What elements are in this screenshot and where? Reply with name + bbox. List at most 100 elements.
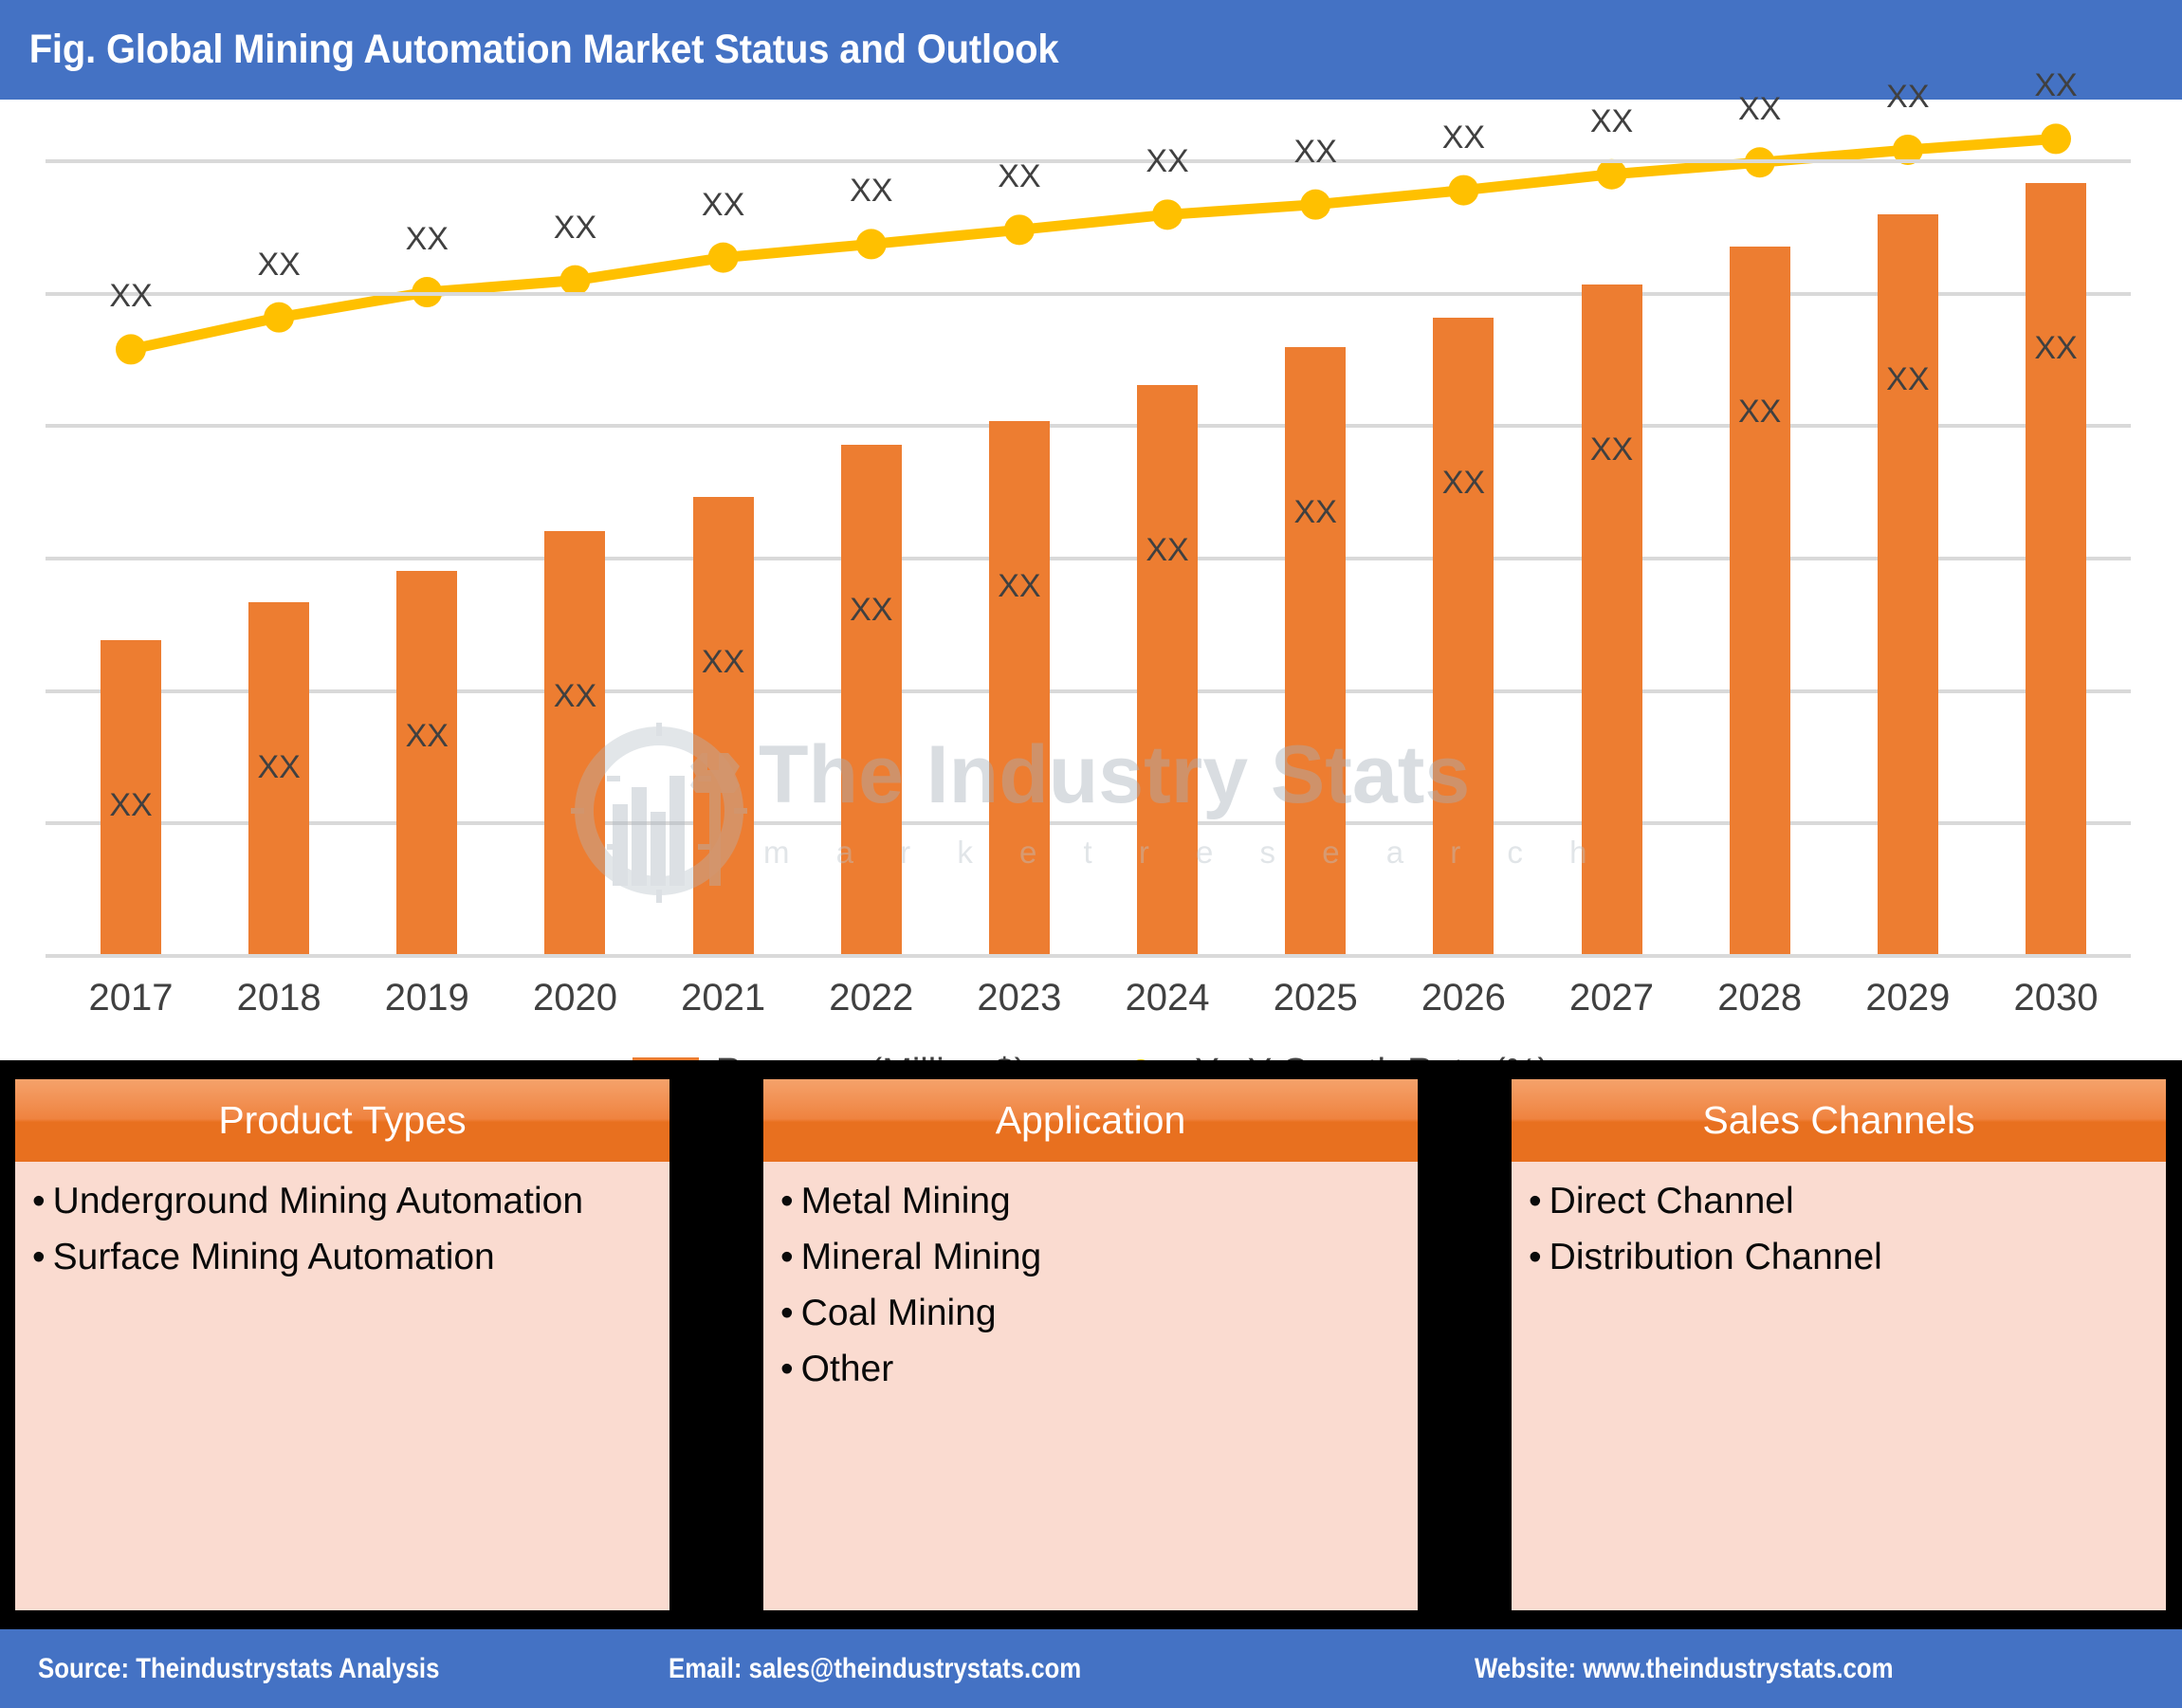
x-axis-tick-label: 2019 — [384, 977, 469, 1019]
line-data-point[interactable] — [1448, 174, 1479, 206]
chart-bar[interactable] — [988, 420, 1050, 954]
chart-bar[interactable] — [692, 496, 754, 954]
segment-header: Sales Channels — [1512, 1079, 2166, 1162]
x-axis-tick-label: 2017 — [88, 977, 174, 1019]
line-value-label: XX — [850, 173, 893, 210]
bar-value-label: XX — [109, 786, 153, 823]
chart-plot-area: XX XX XX XX XX XX XX XX XX XX XX XX XX XX XX XX XX XX XX XX… — [46, 67, 2131, 958]
line-value-label: XX — [2034, 67, 2078, 104]
line-value-label: XX — [1738, 91, 1782, 128]
line-value-label: XX — [1146, 143, 1189, 180]
line-data-point[interactable] — [1300, 189, 1331, 220]
bar-value-label: XX — [1441, 464, 1486, 501]
line-value-label: XX — [1589, 102, 1634, 139]
chart-bar[interactable] — [1877, 214, 1938, 954]
segment-header: Product Types — [15, 1079, 669, 1162]
bar-value-label: XX — [405, 717, 449, 754]
line-data-point[interactable] — [1596, 158, 1627, 190]
footer-website[interactable]: Website: www.theindustrystats.com — [1475, 1653, 1894, 1685]
line-data-point[interactable] — [116, 334, 146, 365]
segment-list-item: • Other — [780, 1350, 1418, 1388]
segment-list-item-label: Coal Mining — [800, 1293, 997, 1334]
line-value-label: XX — [405, 221, 449, 258]
x-axis-tick-label: 2021 — [681, 977, 766, 1019]
segment-list-item: • Metal Mining — [780, 1181, 1418, 1221]
chart-bar[interactable] — [840, 444, 902, 954]
title-bar: Fig. Global Mining Automation Market Sta… — [0, 0, 2182, 100]
chart-bar[interactable] — [544, 531, 606, 954]
chart-gridline — [46, 291, 2131, 296]
footer-source: Source: Theindustrystats Analysis — [38, 1653, 440, 1684]
chart-bar[interactable] — [2026, 183, 2086, 954]
segment-list-item-label: Other — [800, 1349, 894, 1390]
segment-list-item-label: Surface Mining Automation — [52, 1237, 495, 1278]
growth-rate-line-series — [116, 123, 2071, 365]
line-value-label: XX — [553, 209, 597, 246]
chart-panel: XX XX XX XX XX XX XX XX XX XX XX XX XX XX XX XX XX XX XX XX… — [0, 67, 2182, 1092]
line-value-label: XX — [257, 246, 301, 283]
segment-list-item: • Coal Mining — [780, 1295, 1418, 1332]
x-axis-tick-label: 2026 — [1421, 977, 1506, 1019]
chart-gridline — [46, 159, 2131, 163]
bullet-icon: • — [780, 1293, 794, 1334]
bar-value-label: XX — [1589, 432, 1634, 468]
bar-value-label: XX — [1886, 361, 1930, 398]
bar-value-label: XX — [850, 591, 893, 628]
segment-list-item-label: Underground Mining Automation — [52, 1181, 584, 1221]
bar-value-label: XX — [2034, 330, 2078, 367]
bullet-icon: • — [780, 1349, 794, 1390]
chart-gridline — [46, 424, 2131, 429]
x-axis-tick-label: 2020 — [532, 977, 617, 1019]
segment-list-item-label: Direct Channel — [1549, 1181, 1794, 1221]
chart-bar[interactable] — [1433, 317, 1494, 954]
bullet-icon: • — [1529, 1237, 1542, 1278]
segment-list: • Direct Channel • Distribution Channel — [1512, 1162, 2166, 1295]
segment-list-item-label: Mineral Mining — [800, 1237, 1042, 1278]
line-data-point[interactable] — [1003, 214, 1035, 246]
line-value-label: XX — [109, 278, 153, 315]
bar-value-label: XX — [1146, 531, 1189, 568]
x-axis-tick-label: 2018 — [236, 977, 321, 1019]
bar-value-label: XX — [1293, 493, 1337, 530]
bar-value-label: XX — [1738, 394, 1782, 431]
segment-list-item-label: Distribution Channel — [1549, 1237, 1882, 1278]
segment-list-item-label: Metal Mining — [800, 1181, 1011, 1221]
line-value-label: XX — [1886, 78, 1930, 115]
x-axis-tick-label: 2022 — [829, 977, 914, 1019]
line-value-label: XX — [701, 186, 745, 223]
chart-gridline — [46, 557, 2131, 560]
line-data-point[interactable] — [707, 242, 739, 273]
bar-value-label: XX — [998, 567, 1041, 604]
page-title: Fig. Global Mining Automation Market Sta… — [28, 27, 1059, 72]
chart-bar[interactable] — [1285, 346, 1347, 954]
line-value-label: XX — [1293, 133, 1337, 170]
footer-email[interactable]: Email: sales@theindustrystats.com — [669, 1653, 1081, 1685]
segment-band: Product Types • Underground Mining Automa… — [0, 1060, 2182, 1629]
bullet-icon: • — [780, 1181, 794, 1221]
line-data-point[interactable] — [264, 302, 295, 333]
chart-bar[interactable] — [1581, 285, 1642, 954]
x-axis-tick-label: 2027 — [1569, 977, 1655, 1019]
bar-value-label: XX — [701, 643, 745, 680]
segment-list-item: • Underground Mining Automation — [32, 1181, 669, 1221]
chart-bar[interactable] — [1729, 247, 1790, 954]
x-axis-tick-label: 2025 — [1273, 977, 1358, 1019]
x-axis-tick-label: 2029 — [1865, 977, 1951, 1019]
footer-bar: Source: Theindustrystats Analysis Email:… — [0, 1629, 2182, 1708]
line-data-point[interactable] — [1152, 199, 1183, 230]
segment-list: • Metal Mining • Mineral Mining • Coal Mining… — [763, 1162, 1418, 1407]
segment-box-product-types: Product Types • Underground Mining Automa… — [15, 1079, 669, 1610]
segment-list: • Underground Mining Automation • Surface M… — [15, 1162, 669, 1295]
line-value-label: XX — [1441, 119, 1486, 156]
line-data-point[interactable] — [2041, 123, 2071, 155]
segment-header: Application — [763, 1079, 1418, 1162]
segment-box-sales-channels: Sales Channels • Direct Channel • Distribut… — [1512, 1079, 2166, 1610]
x-axis-tick-label: 2030 — [2013, 977, 2099, 1019]
bullet-icon: • — [32, 1237, 46, 1278]
segment-list-item: • Direct Channel — [1529, 1181, 2166, 1221]
line-data-point[interactable] — [855, 229, 887, 260]
chart-gridline — [46, 821, 2131, 826]
chart-bar[interactable] — [396, 570, 458, 954]
x-axis-tick-label: 2023 — [977, 977, 1062, 1019]
chart-bar[interactable] — [1137, 384, 1199, 954]
